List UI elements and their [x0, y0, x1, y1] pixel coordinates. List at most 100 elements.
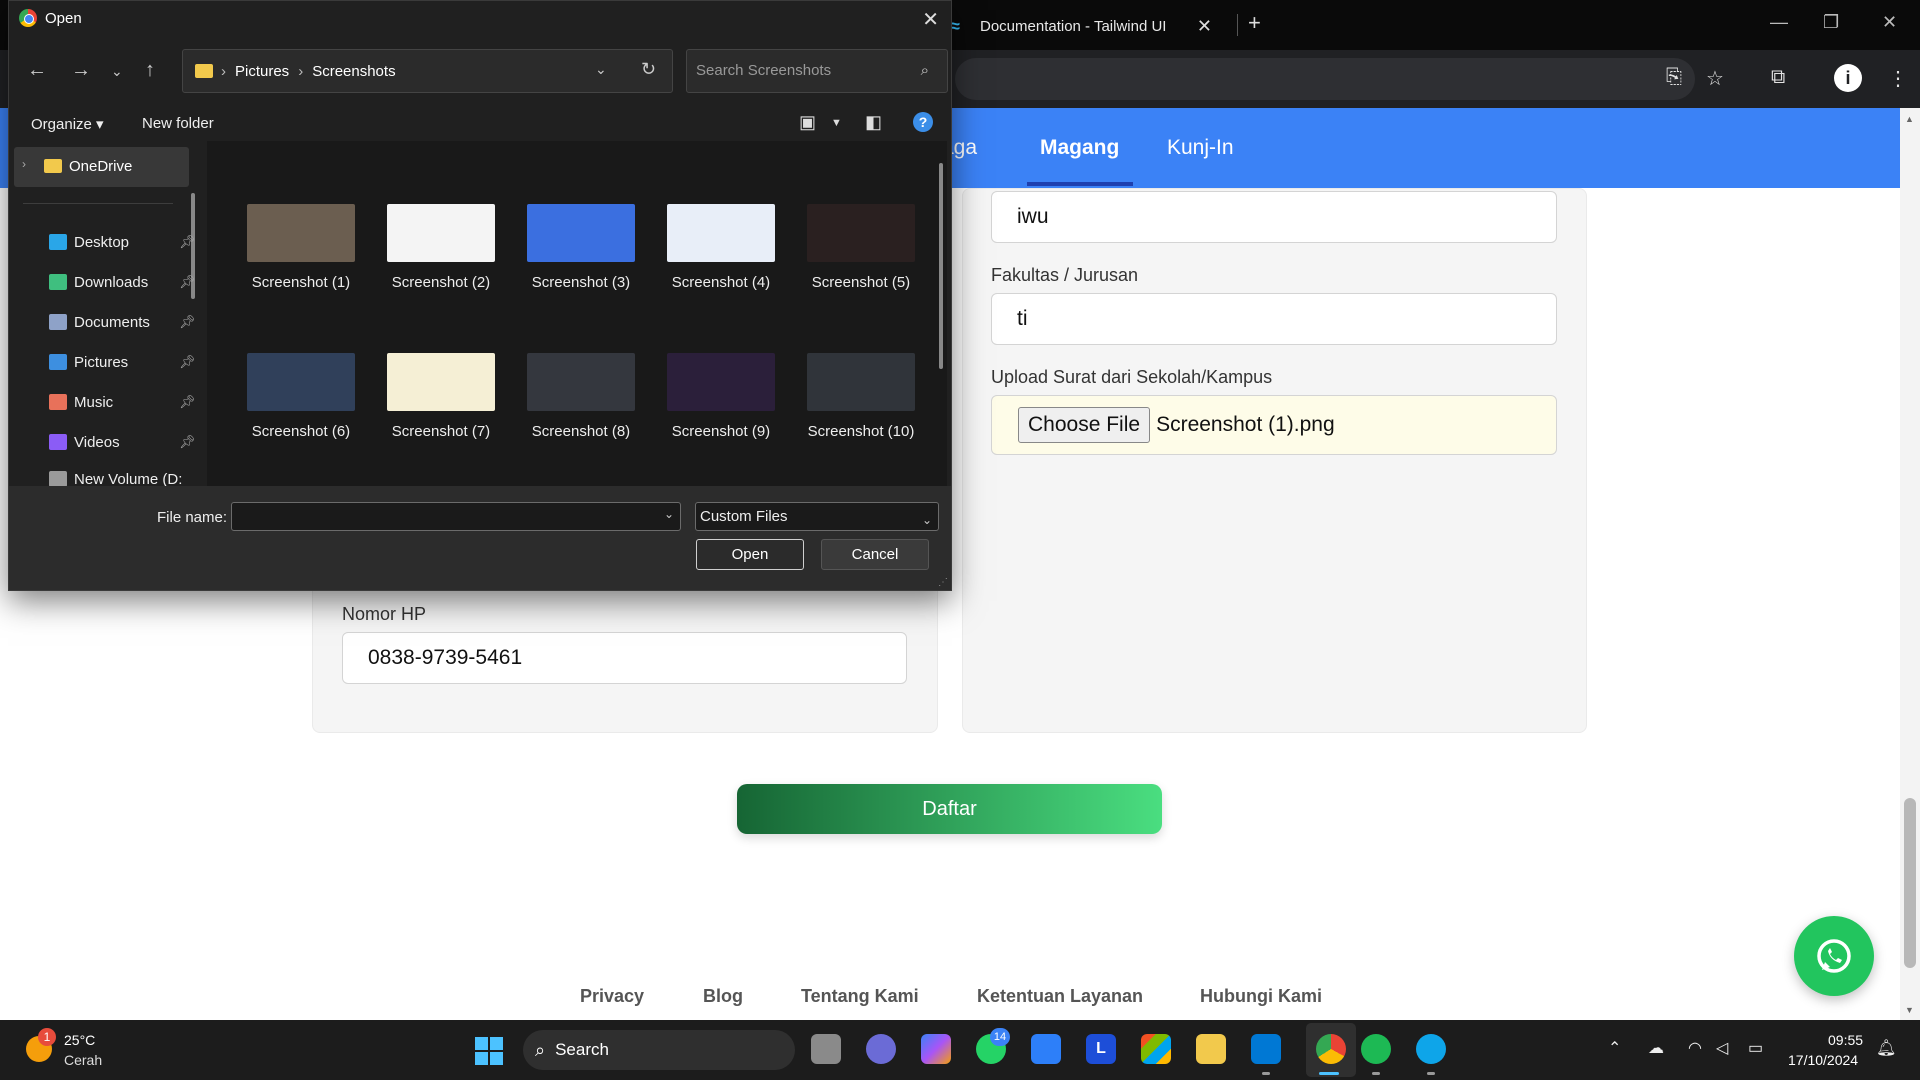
start-button[interactable] — [475, 1037, 503, 1065]
refresh-icon[interactable]: ↻ — [641, 59, 656, 80]
profile-avatar[interactable]: i — [1834, 64, 1862, 92]
file-item[interactable]: Screenshot (2) — [371, 204, 511, 291]
extensions-icon[interactable]: ⧉ — [1771, 66, 1785, 89]
search-input[interactable]: Search Screenshots ⌕ — [686, 49, 948, 93]
copilot-icon[interactable] — [921, 1034, 951, 1064]
bookmark-star-icon[interactable]: ☆ — [1706, 66, 1724, 91]
sidebar-item-documents[interactable]: Documents 📌︎ — [49, 311, 199, 333]
institution-input[interactable]: iwu — [991, 191, 1557, 243]
expand-chevron-icon[interactable]: › — [22, 157, 26, 171]
sidebar-item-pictures[interactable]: Pictures 📌︎ — [49, 351, 199, 373]
tray-overflow-icon[interactable]: ⌃ — [1608, 1038, 1621, 1058]
whatsapp-float-button[interactable] — [1794, 916, 1874, 996]
file-name-input[interactable]: ⌄ — [231, 502, 681, 531]
new-folder-button[interactable]: New folder — [142, 115, 214, 132]
weather-description[interactable]: Cerah — [64, 1052, 102, 1068]
clock-time[interactable]: 09:55 — [1828, 1032, 1863, 1048]
nav-item-kunjin[interactable]: Kunj-In — [1167, 136, 1234, 160]
chrome-menu-icon[interactable]: ⋮ — [1888, 66, 1908, 91]
file-item[interactable]: Screenshot (10) — [791, 353, 931, 440]
onedrive-status-icon[interactable]: ☁ — [1648, 1038, 1664, 1058]
nav-item-magang[interactable]: Magang — [1040, 136, 1119, 160]
file-item[interactable]: Screenshot (1) — [231, 204, 371, 291]
task-view-icon[interactable] — [811, 1034, 841, 1064]
phone-input[interactable]: 0838-9739-5461 — [342, 632, 907, 684]
recent-locations-chevron-icon[interactable]: ⌄ — [111, 63, 123, 80]
view-dropdown-icon[interactable]: ▼ — [831, 117, 842, 129]
sidebar-item-music[interactable]: Music 📌︎ — [49, 391, 199, 413]
app-icon-a[interactable] — [1031, 1034, 1061, 1064]
daftar-button[interactable]: Daftar — [737, 784, 1162, 834]
tab-close-icon[interactable]: ✕ — [1197, 16, 1212, 37]
volume-icon[interactable]: ◁ — [1716, 1038, 1728, 1058]
translate-icon[interactable]: ⎘ — [1666, 66, 1682, 89]
back-arrow-icon[interactable]: ← — [27, 59, 47, 82]
preview-pane-icon[interactable]: ◧ — [865, 112, 882, 133]
taskbar-search[interactable]: ⌕ Search — [523, 1030, 795, 1070]
sidebar-divider — [23, 203, 173, 204]
sidebar-item-label: Desktop — [74, 233, 130, 251]
footer-link-ketentuan[interactable]: Ketentuan Layanan — [977, 986, 1143, 1007]
file-item[interactable]: Screenshot (6) — [231, 353, 371, 440]
scroll-thumb[interactable] — [1904, 798, 1916, 968]
tailwind-icon: ≈ — [950, 16, 960, 36]
footer-link-hubungi[interactable]: Hubungi Kami — [1200, 986, 1322, 1007]
sidebar-item-videos[interactable]: Videos 📌︎ — [49, 431, 199, 453]
wifi-icon[interactable]: ◠ — [1688, 1038, 1702, 1058]
minimize-icon[interactable]: — — [1770, 12, 1788, 33]
breadcrumb-pictures[interactable]: Pictures — [235, 63, 289, 80]
file-explorer-icon[interactable] — [1196, 1034, 1226, 1064]
file-name-dropdown-icon[interactable]: ⌄ — [664, 507, 674, 521]
choose-file-button[interactable]: Choose File — [1018, 407, 1151, 443]
app-icon-l[interactable]: L — [1086, 1034, 1116, 1064]
footer-link-blog[interactable]: Blog — [703, 986, 743, 1007]
app-icon-blue[interactable] — [1416, 1034, 1446, 1064]
file-list-scrollbar[interactable] — [939, 163, 943, 369]
view-options-icon[interactable]: ▣ — [799, 112, 816, 133]
file-item[interactable]: Screenshot (7) — [371, 353, 511, 440]
sidebar-item-new-volume[interactable]: New Volume (D: — [49, 471, 199, 487]
new-tab-button[interactable]: + — [1248, 10, 1261, 36]
file-item[interactable]: Screenshot (5) — [791, 204, 931, 291]
close-window-icon[interactable]: ✕ — [1882, 12, 1897, 33]
organize-menu[interactable]: Organize ▾ — [31, 115, 104, 133]
chrome-taskbar-icon[interactable] — [1316, 1034, 1346, 1064]
documents-icon — [49, 314, 67, 330]
notification-bell-icon[interactable]: 🔔︎ — [1876, 1038, 1896, 1058]
browser-tab[interactable]: ≈ Documentation - Tailwind UI ✕ — [944, 6, 1234, 46]
file-item[interactable]: Screenshot (3) — [511, 204, 651, 291]
help-icon[interactable]: ? — [913, 112, 933, 132]
clock-date[interactable]: 17/10/2024 — [1788, 1052, 1858, 1068]
sidebar-item-downloads[interactable]: Downloads 📌︎ — [49, 271, 199, 293]
restore-icon[interactable]: ❐ — [1823, 12, 1839, 33]
weather-temperature[interactable]: 25°C — [64, 1032, 95, 1048]
file-thumbnail — [807, 204, 915, 262]
page-scrollbar[interactable]: ▲ ▼ — [1900, 108, 1920, 1020]
sidebar-item-onedrive[interactable]: › OneDrive — [14, 147, 189, 187]
spotify-icon[interactable] — [1361, 1034, 1391, 1064]
open-button[interactable]: Open — [696, 539, 804, 570]
forward-arrow-icon[interactable]: → — [71, 59, 91, 82]
file-type-select[interactable]: Custom Files ⌄ — [695, 502, 939, 531]
resize-grip-icon[interactable]: ⋰ — [938, 577, 948, 588]
dialog-close-icon[interactable]: ✕ — [922, 7, 939, 32]
file-item[interactable]: Screenshot (4) — [651, 204, 791, 291]
cancel-button[interactable]: Cancel — [821, 539, 929, 570]
teams-icon[interactable] — [866, 1034, 896, 1064]
file-item[interactable]: Screenshot (8) — [511, 353, 651, 440]
faculty-input[interactable]: ti — [991, 293, 1557, 345]
address-bar[interactable] — [955, 58, 1695, 100]
store-icon[interactable] — [1141, 1034, 1171, 1064]
vscode-icon[interactable] — [1251, 1034, 1281, 1064]
breadcrumb-screenshots[interactable]: Screenshots — [312, 63, 395, 80]
up-arrow-icon[interactable]: ↑ — [145, 59, 155, 82]
scroll-up-icon[interactable]: ▲ — [1905, 114, 1914, 124]
sidebar-item-desktop[interactable]: Desktop 📌︎ — [49, 231, 199, 253]
breadcrumb-bar[interactable]: › Pictures › Screenshots ⌄ ↻ — [182, 49, 673, 93]
scroll-down-icon[interactable]: ▼ — [1905, 1005, 1914, 1015]
battery-icon[interactable]: ▭ — [1748, 1038, 1763, 1058]
footer-link-privacy[interactable]: Privacy — [580, 986, 644, 1007]
address-dropdown-icon[interactable]: ⌄ — [595, 61, 607, 78]
file-item[interactable]: Screenshot (9) — [651, 353, 791, 440]
footer-link-tentang[interactable]: Tentang Kami — [801, 986, 919, 1007]
